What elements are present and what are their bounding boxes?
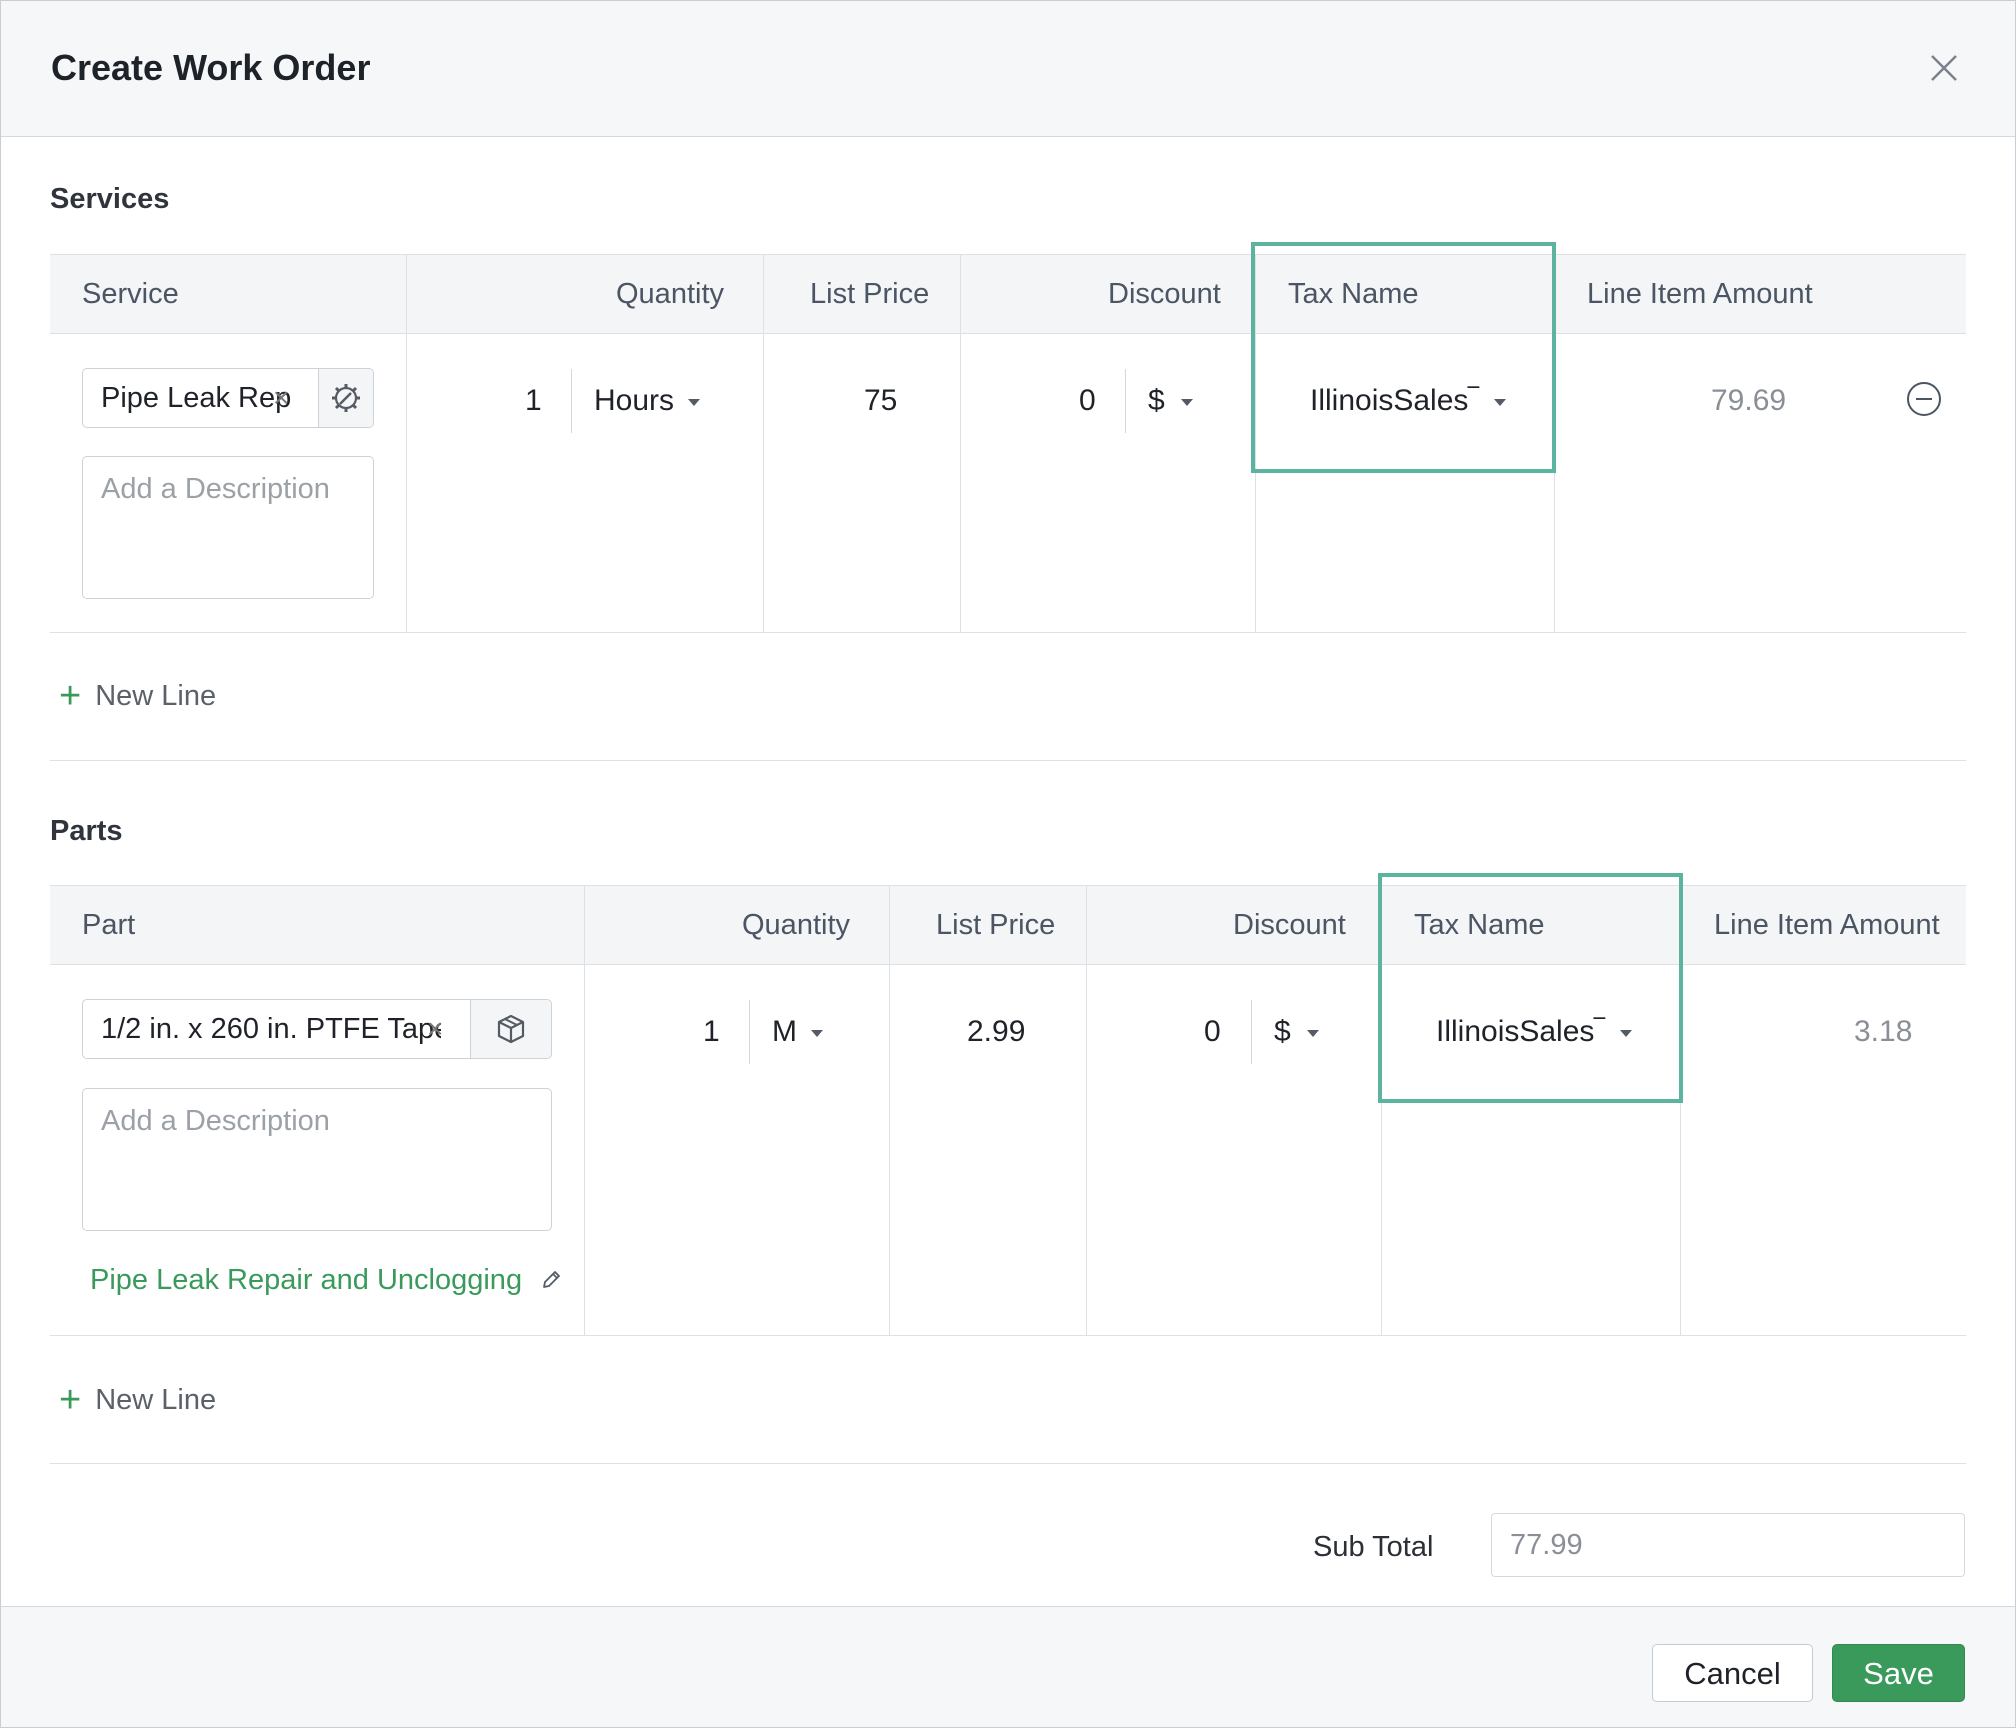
create-work-order-dialog: Create Work Order Services Service Quant… <box>0 0 2016 1728</box>
services-col-quantity: Quantity <box>616 278 724 310</box>
services-table-header: Service Quantity List Price Discount Tax… <box>50 254 1966 334</box>
parts-section-title: Parts <box>50 815 123 847</box>
sub-total-label: Sub Total <box>1313 1531 1434 1563</box>
services-col-line-item-amount: Line Item Amount <box>1587 278 1813 310</box>
parts-col-part: Part <box>82 909 136 941</box>
parts-col-list-price: List Price <box>936 909 1056 941</box>
part-discount-input[interactable]: 0 <box>1204 1015 1221 1049</box>
chevron-down-icon <box>1180 398 1193 406</box>
service-unit-select[interactable]: Hours <box>594 384 701 418</box>
field-separator <box>1251 1000 1252 1064</box>
parts-col-discount: Discount <box>1233 909 1346 941</box>
tax-name-highlight <box>1251 242 1556 473</box>
service-quantity-input[interactable]: 1 <box>525 384 542 418</box>
service-name-input[interactable]: Pipe Leak Repa × <box>82 368 374 428</box>
dialog-footer: Cancel Save <box>1 1606 2015 1727</box>
part-box-icon[interactable] <box>470 1000 551 1058</box>
row-divider <box>50 1335 1966 1336</box>
part-discount-type-value: $ <box>1274 1015 1291 1048</box>
part-line-item-amount: 3.18 <box>1854 1015 1913 1048</box>
column-divider <box>1086 885 1087 1335</box>
parts-col-line-item-amount: Line Item Amount <box>1714 909 1940 941</box>
clear-icon[interactable]: × <box>427 1000 443 1058</box>
service-line-item-amount: 79.69 <box>1711 384 1787 417</box>
section-divider <box>50 1463 1966 1464</box>
clear-icon[interactable]: × <box>273 369 289 427</box>
service-list-price-input[interactable]: 75 <box>864 384 897 418</box>
section-divider <box>50 760 1966 761</box>
services-col-service: Service <box>82 278 179 310</box>
field-separator <box>1125 369 1126 433</box>
part-discount-type-select[interactable]: $ <box>1274 1015 1319 1049</box>
linked-service-link[interactable]: Pipe Leak Repair and Unclogging <box>90 1264 562 1297</box>
part-unit-value: M <box>772 1015 797 1048</box>
sub-total-field: 77.99 <box>1491 1513 1965 1577</box>
part-name-value: 1/2 in. x 260 in. PTFE Tape <box>101 1013 441 1045</box>
save-button[interactable]: Save <box>1832 1644 1965 1702</box>
dialog-header: Create Work Order <box>1 1 2015 137</box>
service-unit-value: Hours <box>594 384 675 417</box>
cancel-button[interactable]: Cancel <box>1652 1644 1813 1702</box>
dialog-title: Create Work Order <box>51 47 371 88</box>
parts-new-line-button[interactable]: + New Line <box>59 1381 216 1419</box>
plus-icon: + <box>59 675 82 717</box>
column-divider <box>960 254 961 633</box>
column-divider <box>584 885 585 1335</box>
service-discount-input[interactable]: 0 <box>1079 384 1096 418</box>
services-section-title: Services <box>50 183 170 215</box>
service-discount-type-select[interactable]: $ <box>1148 384 1193 418</box>
chevron-down-icon <box>688 398 701 406</box>
tax-name-highlight <box>1378 873 1683 1103</box>
remove-line-minus-icon[interactable] <box>1907 382 1941 416</box>
row-divider <box>50 632 1966 633</box>
services-new-line-label: New Line <box>95 679 217 712</box>
chevron-down-icon <box>811 1029 823 1037</box>
part-name-input[interactable]: 1/2 in. x 260 in. PTFE Tape × <box>82 999 552 1059</box>
service-description-textarea[interactable]: Add a Description <box>82 456 374 599</box>
column-divider <box>889 885 890 1335</box>
service-discount-type-value: $ <box>1148 384 1165 417</box>
part-description-textarea[interactable]: Add a Description <box>82 1088 552 1231</box>
service-gear-wrench-icon[interactable] <box>318 369 373 427</box>
part-unit-select[interactable]: M <box>772 1015 823 1049</box>
services-new-line-button[interactable]: + New Line <box>59 677 216 715</box>
services-col-list-price: List Price <box>810 278 930 310</box>
pencil-icon[interactable] <box>540 1269 562 1291</box>
linked-service-label: Pipe Leak Repair and Unclogging <box>90 1264 523 1296</box>
column-divider <box>406 254 407 633</box>
field-separator <box>571 369 572 433</box>
plus-icon: + <box>59 1379 82 1421</box>
chevron-down-icon <box>1306 1029 1319 1037</box>
part-quantity-input[interactable]: 1 <box>703 1015 720 1049</box>
services-col-discount: Discount <box>1108 278 1221 310</box>
column-divider <box>763 254 764 633</box>
field-separator <box>749 1000 750 1064</box>
parts-new-line-label: New Line <box>95 1383 217 1416</box>
part-list-price-input[interactable]: 2.99 <box>967 1015 1025 1049</box>
service-name-value: Pipe Leak Repa <box>101 382 291 414</box>
close-icon[interactable] <box>1929 53 1959 83</box>
parts-col-quantity: Quantity <box>742 909 850 941</box>
